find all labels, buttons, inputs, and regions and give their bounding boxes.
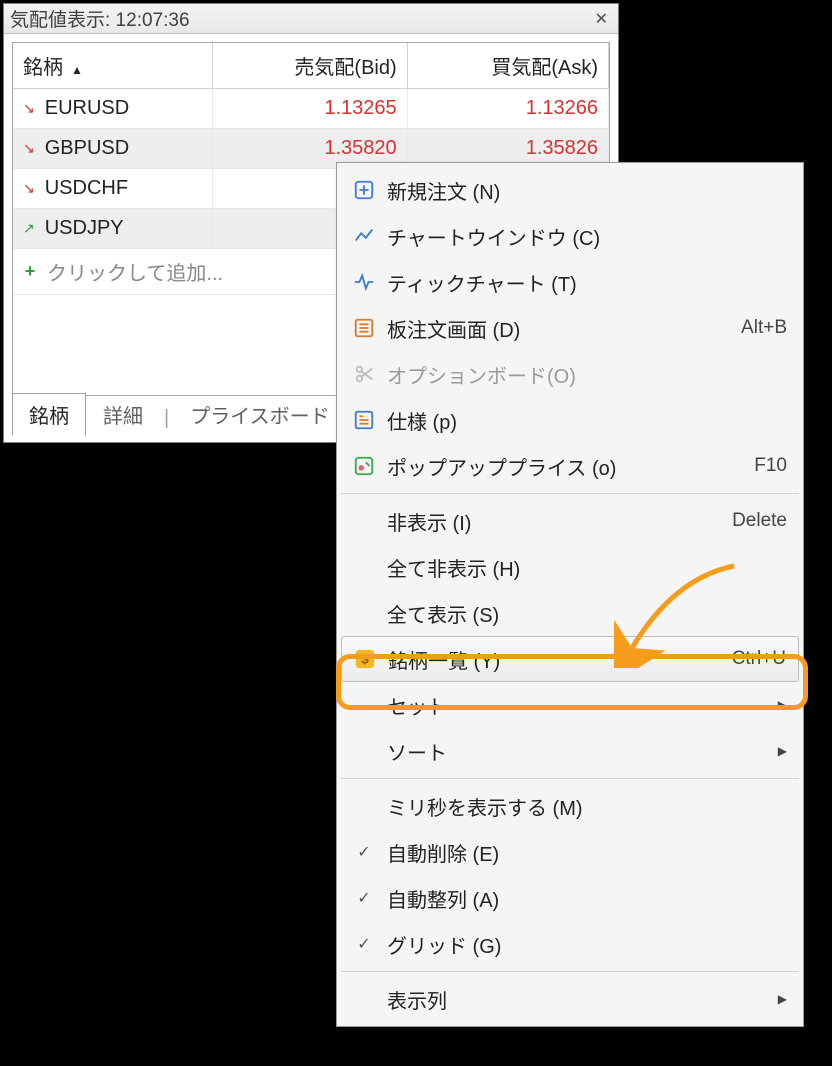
table-row[interactable]: ↘ EURUSD 1.132651.13266 bbox=[13, 89, 609, 129]
symbol-name: GBPUSD bbox=[45, 137, 129, 160]
svg-text:$: $ bbox=[361, 652, 369, 667]
tab-bar: 銘柄 詳細 | プライスボード bbox=[12, 400, 347, 436]
header-row: 銘柄▲ 売気配(Bid) 買気配(Ask) bbox=[13, 43, 609, 89]
bid-value: 1.13265 bbox=[213, 89, 407, 129]
plus-icon: + bbox=[23, 261, 37, 282]
symbol-name: USDCHF bbox=[45, 177, 128, 200]
menu-auto-arrange[interactable]: ✓ 自動整列 (A) bbox=[339, 875, 801, 921]
menu-new-order[interactable]: 新規注文 (N) bbox=[339, 167, 801, 213]
arrow-down-icon: ↘ bbox=[23, 180, 35, 197]
tab-priceboard[interactable]: プライスボード bbox=[173, 393, 346, 436]
symbol-name: EURUSD bbox=[45, 97, 129, 120]
menu-auto-delete[interactable]: ✓ 自動削除 (E) bbox=[339, 829, 801, 875]
menu-separator bbox=[341, 778, 799, 779]
menu-hide-all[interactable]: 全て非表示 (H) bbox=[339, 544, 801, 590]
popup-icon bbox=[347, 455, 381, 477]
menu-dom[interactable]: 板注文画面 (D) Alt+B bbox=[339, 305, 801, 351]
menu-specification[interactable]: 仕様 (p) bbox=[339, 397, 801, 443]
symbol-name: USDJPY bbox=[45, 217, 124, 240]
col-symbol[interactable]: 銘柄▲ bbox=[13, 43, 213, 89]
add-label: クリックして追加... bbox=[47, 257, 223, 286]
submenu-arrow-icon: ▶ bbox=[778, 698, 787, 712]
menu-show-all[interactable]: 全て表示 (S) bbox=[339, 590, 801, 636]
check-icon: ✓ bbox=[347, 842, 381, 862]
menu-sort[interactable]: ソート ▶ bbox=[339, 728, 801, 774]
check-icon: ✓ bbox=[347, 888, 381, 908]
arrow-up-icon: ↗ bbox=[23, 220, 35, 237]
chart-line-icon bbox=[347, 225, 381, 247]
tab-details[interactable]: 詳細 bbox=[86, 393, 160, 436]
close-icon[interactable]: ✕ bbox=[591, 9, 612, 29]
arrow-down-icon: ↘ bbox=[23, 140, 35, 157]
submenu-arrow-icon: ▶ bbox=[778, 992, 787, 1006]
submenu-arrow-icon: ▶ bbox=[778, 744, 787, 758]
arrow-down-icon: ↘ bbox=[23, 100, 35, 117]
context-menu: 新規注文 (N) チャートウインドウ (C) ティックチャート (T) 板注文画… bbox=[336, 162, 804, 1027]
menu-tick-chart[interactable]: ティックチャート (T) bbox=[339, 259, 801, 305]
spec-icon bbox=[347, 409, 381, 431]
dollar-icon: $ bbox=[348, 648, 382, 670]
list-box-icon bbox=[347, 317, 381, 339]
menu-separator bbox=[341, 493, 799, 494]
tab-separator: | bbox=[160, 401, 173, 436]
pulse-icon bbox=[347, 271, 381, 293]
menu-symbols-list[interactable]: $ 銘柄一覧 (Y) Ctrl+U bbox=[341, 636, 799, 682]
ask-value: 1.13266 bbox=[407, 89, 608, 129]
menu-option-board: オプションボード(O) bbox=[339, 351, 801, 397]
menu-hide[interactable]: 非表示 (I) Delete bbox=[339, 498, 801, 544]
menu-columns[interactable]: 表示列 ▶ bbox=[339, 976, 801, 1022]
sort-asc-icon: ▲ bbox=[71, 63, 83, 77]
menu-separator bbox=[341, 971, 799, 972]
col-bid[interactable]: 売気配(Bid) bbox=[213, 43, 407, 89]
menu-chart-window[interactable]: チャートウインドウ (C) bbox=[339, 213, 801, 259]
panel-title: 気配値表示: 12:07:36 bbox=[10, 5, 190, 32]
menu-popup-prices[interactable]: ポップアッププライス (o) F10 bbox=[339, 443, 801, 489]
scissors-icon bbox=[347, 363, 381, 385]
menu-sets[interactable]: セット ▶ bbox=[339, 682, 801, 728]
plus-box-icon bbox=[347, 179, 381, 201]
check-icon: ✓ bbox=[347, 934, 381, 954]
col-ask[interactable]: 買気配(Ask) bbox=[407, 43, 608, 89]
menu-show-ms[interactable]: ミリ秒を表示する (M) bbox=[339, 783, 801, 829]
titlebar: 気配値表示: 12:07:36 ✕ bbox=[4, 4, 618, 34]
tab-symbols[interactable]: 銘柄 bbox=[12, 393, 86, 436]
menu-grid[interactable]: ✓ グリッド (G) bbox=[339, 921, 801, 967]
